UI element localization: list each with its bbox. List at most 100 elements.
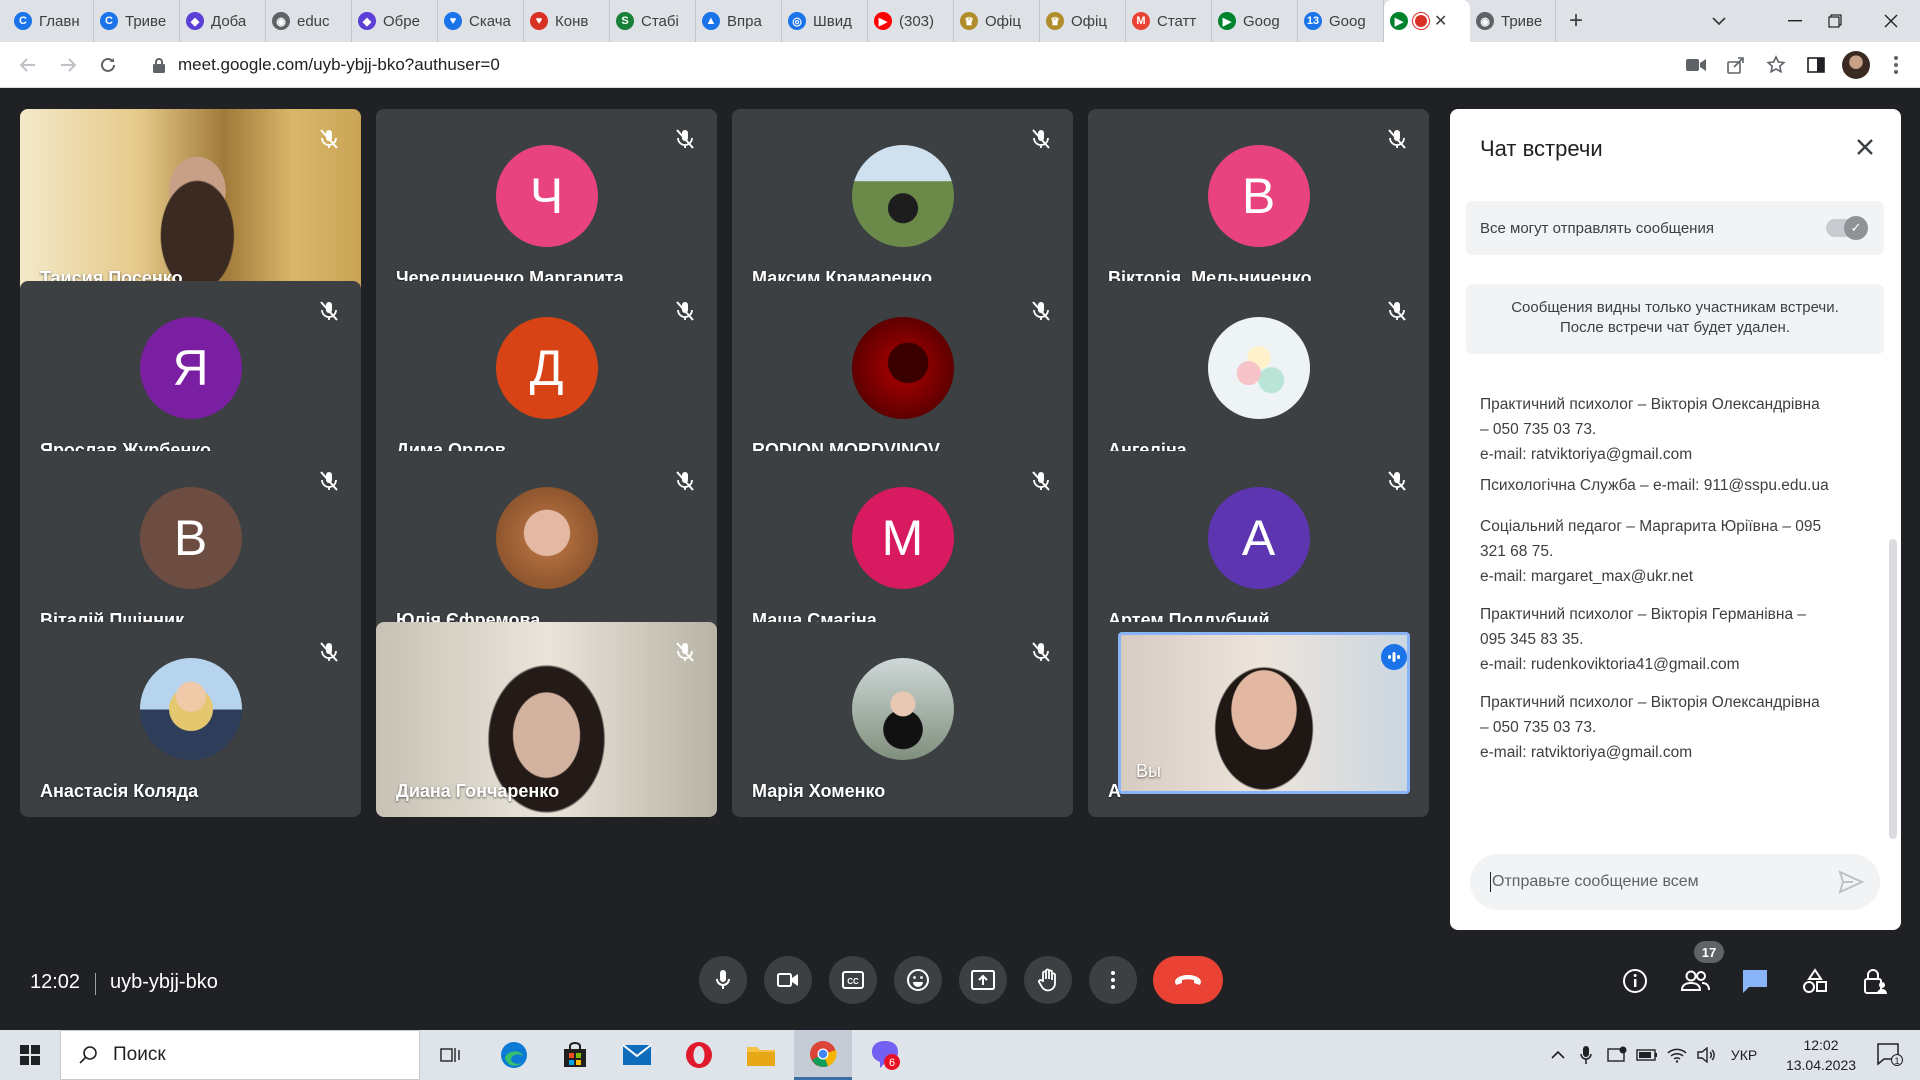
participant-count-badge: 17 — [1694, 941, 1724, 963]
people-button[interactable] — [1679, 965, 1711, 997]
browser-tab[interactable]: ◎ Швид — [782, 0, 868, 42]
opera-icon[interactable] — [670, 1030, 728, 1080]
edge-icon[interactable] — [485, 1030, 543, 1080]
language-indicator[interactable]: УКР — [1722, 1030, 1766, 1080]
participant-tile[interactable]: Ч Чередниченко Маргарита — [376, 109, 717, 304]
chat-message: Психологічна Служба – e-mail: 911@sspu.e… — [1480, 473, 1875, 498]
participant-tile[interactable]: В Вікторія. Мельниченко — [1088, 109, 1429, 304]
chat-button[interactable] — [1739, 965, 1771, 997]
participant-tile[interactable]: Вы А — [1088, 622, 1429, 817]
browser-tab[interactable]: 13 Goog — [1298, 0, 1384, 42]
omnibox[interactable]: meet.google.com/uyb-ybjj-bko?authuser=0 — [138, 48, 1648, 82]
close-chat-icon[interactable] — [1851, 133, 1879, 161]
taskbar-search[interactable]: Поиск — [60, 1030, 420, 1080]
browser-tab[interactable]: C Главн — [8, 0, 94, 42]
browser-tab[interactable]: ♥ Конв — [524, 0, 610, 42]
camera-button[interactable] — [764, 956, 812, 1004]
reactions-button[interactable] — [894, 956, 942, 1004]
browser-tab[interactable]: ◉ educ — [266, 0, 352, 42]
microphone-button[interactable] — [699, 956, 747, 1004]
host-controls-button[interactable] — [1859, 965, 1891, 997]
file-explorer-icon[interactable] — [732, 1030, 790, 1080]
participant-tile[interactable]: А Артем Поддубний — [1088, 451, 1429, 646]
microsoft-store-icon[interactable] — [546, 1030, 604, 1080]
viber-icon[interactable]: 6 — [856, 1030, 914, 1080]
maximize-button[interactable] — [1812, 0, 1858, 42]
share-icon[interactable] — [1722, 51, 1750, 79]
more-menu-icon[interactable] — [1882, 51, 1910, 79]
tab-search-chevron-icon[interactable] — [1696, 0, 1742, 42]
participant-tile[interactable]: Максим Крамаренко — [732, 109, 1073, 304]
raise-hand-button[interactable] — [1024, 956, 1072, 1004]
volume-icon[interactable] — [1694, 1030, 1720, 1080]
profile-avatar[interactable] — [1842, 51, 1870, 79]
activities-button[interactable] — [1799, 965, 1831, 997]
back-button[interactable] — [8, 45, 48, 85]
windows-icon — [20, 1045, 40, 1065]
captions-button[interactable]: CC — [829, 956, 877, 1004]
mail-icon[interactable] — [608, 1030, 666, 1080]
participant-tile[interactable]: Д Дима Орлов — [376, 281, 717, 476]
browser-tab[interactable]: ◆ Обре — [352, 0, 438, 42]
leave-call-button[interactable] — [1153, 956, 1223, 1004]
browser-tab[interactable]: M Статт — [1126, 0, 1212, 42]
browser-tab[interactable]: C Триве — [94, 0, 180, 42]
task-view-icon[interactable] — [422, 1030, 480, 1080]
browser-tab[interactable]: S Стабі — [610, 0, 696, 42]
url-text[interactable]: meet.google.com/uyb-ybjj-bko?authuser=0 — [178, 55, 500, 75]
lock-icon[interactable] — [152, 57, 166, 73]
present-screen-button[interactable] — [959, 956, 1007, 1004]
browser-tab[interactable]: ♥ Скача — [438, 0, 524, 42]
participant-tile[interactable]: В Віталій Пшінник — [20, 451, 361, 646]
battery-icon[interactable] — [1634, 1030, 1660, 1080]
forward-button[interactable] — [48, 45, 88, 85]
muted-mic-icon — [673, 640, 697, 664]
browser-tab[interactable]: ◉ Триве — [1470, 0, 1556, 42]
chrome-taskbar-icon[interactable] — [794, 1030, 852, 1080]
browser-tab[interactable]: ▲ Впра — [696, 0, 782, 42]
participant-tile[interactable]: Марія Хоменко — [732, 622, 1073, 817]
browser-tab[interactable]: ♛ Офіц — [954, 0, 1040, 42]
participant-tile[interactable]: Анастасія Коляда — [20, 622, 361, 817]
participant-avatar-photo — [851, 144, 954, 247]
participant-tile[interactable]: М Маша Смагіна — [732, 451, 1073, 646]
meeting-details-button[interactable] — [1619, 965, 1651, 997]
close-tab-icon[interactable]: ✕ — [1434, 11, 1447, 31]
close-window-button[interactable] — [1868, 0, 1914, 42]
participant-tile[interactable]: Юлія Єфремова — [376, 451, 717, 646]
camera-icon — [777, 973, 798, 987]
reload-button[interactable] — [88, 45, 128, 85]
notifications-icon[interactable]: 1 — [1870, 1030, 1910, 1080]
browser-tab[interactable]: ▶ (303) — [868, 0, 954, 42]
chat-composer[interactable]: Отправьте сообщение всем — [1470, 854, 1880, 910]
taskbar-clock[interactable]: 12:02 13.04.2023 — [1776, 1035, 1866, 1075]
search-placeholder[interactable]: Поиск — [113, 1044, 166, 1066]
bookmark-star-icon[interactable] — [1762, 51, 1790, 79]
chat-message-line: e-mail: ratviktoriya@gmail.com — [1480, 446, 1693, 463]
network-monitor-icon[interactable] — [1604, 1030, 1630, 1080]
wifi-icon[interactable] — [1664, 1030, 1690, 1080]
browser-tab[interactable]: ▶ Goog — [1212, 0, 1298, 42]
chat-scrollbar[interactable] — [1889, 539, 1897, 839]
participant-tile[interactable]: Диана Гончаренко — [376, 622, 717, 817]
chat-input[interactable]: Отправьте сообщение всем — [1492, 873, 1699, 891]
send-icon[interactable] — [1838, 870, 1864, 894]
new-tab-button[interactable]: + — [1556, 0, 1596, 42]
chat-permission-toggle[interactable]: ✓ — [1826, 216, 1868, 240]
participant-tile[interactable]: RODION MORDVINOV — [732, 281, 1073, 476]
browser-tab-active[interactable]: ▶ ✕ — [1384, 0, 1470, 42]
participant-tile[interactable]: Таисия Посенко — [20, 109, 361, 304]
start-button[interactable] — [0, 1030, 60, 1080]
side-panel-icon[interactable] — [1802, 51, 1830, 79]
camera-in-use-icon[interactable] — [1682, 51, 1710, 79]
browser-tab[interactable]: ◆ Доба — [180, 0, 266, 42]
more-options-button[interactable] — [1089, 956, 1137, 1004]
tray-chevron-icon[interactable] — [1546, 1030, 1570, 1080]
chat-message-line: Практичний психолог – Вікторія Олександр… — [1480, 396, 1820, 413]
participant-tile[interactable]: Ангеліна — [1088, 281, 1429, 476]
microphone-tray-icon[interactable] — [1574, 1030, 1598, 1080]
browser-tab[interactable]: ♛ Офіц — [1040, 0, 1126, 42]
calendar-icon: 13 — [1304, 12, 1322, 30]
present-icon — [971, 970, 995, 990]
participant-tile[interactable]: Я Ярослав Журбенко — [20, 281, 361, 476]
